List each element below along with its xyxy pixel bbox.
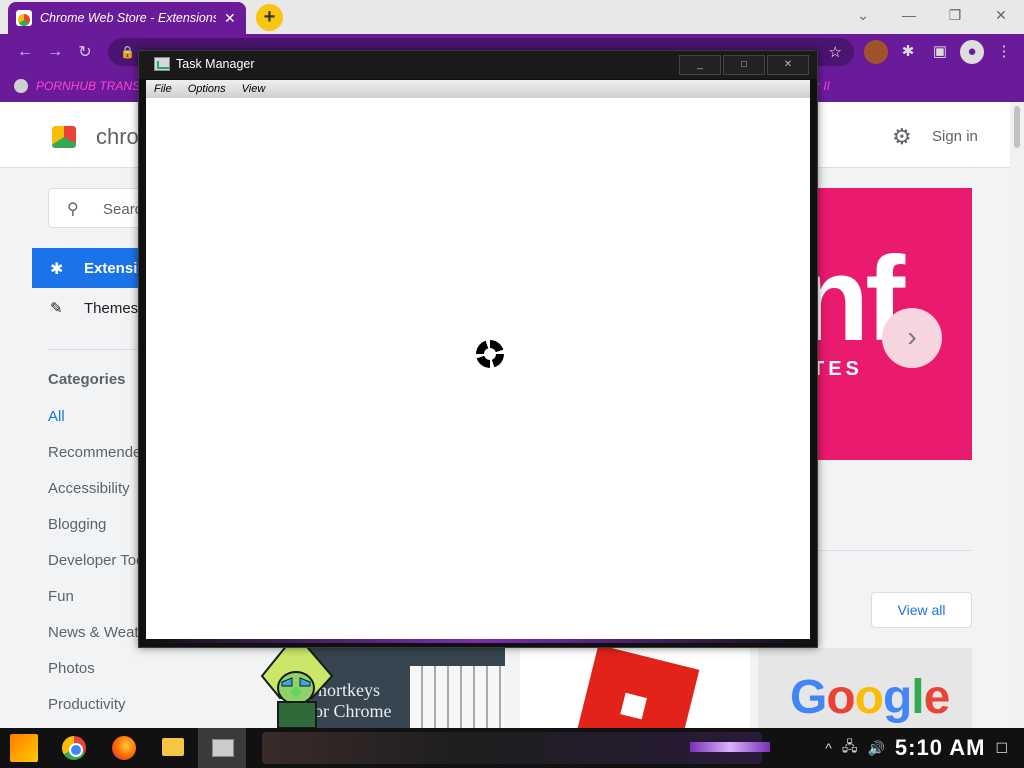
lock-icon[interactable]: 🔒 <box>120 45 135 59</box>
page-scrollbar[interactable] <box>1010 102 1024 728</box>
tm-minimize-button[interactable]: _ <box>679 55 721 75</box>
google-logo: Google <box>790 671 950 724</box>
start-button-icon[interactable] <box>10 734 38 762</box>
category-blogging[interactable]: Blogging <box>48 516 106 533</box>
chrome-taskbar-icon[interactable] <box>62 736 86 760</box>
category-news-weather[interactable]: News & Weath <box>48 624 147 641</box>
menu-kebab-icon[interactable]: ⋮ <box>992 40 1016 64</box>
puzzle-icon: ✱ <box>50 261 64 278</box>
sidebar-item-themes[interactable]: ✎ Themes <box>32 288 142 328</box>
loading-spinner-icon <box>476 340 504 368</box>
menu-file[interactable]: File <box>154 83 172 95</box>
task-manager-controls: _ □ ✕ <box>679 55 809 75</box>
category-accessibility[interactable]: Accessibility <box>48 480 130 497</box>
firefox-taskbar-icon[interactable] <box>112 736 136 760</box>
extensions-puzzle-icon[interactable]: ✱ <box>896 40 920 64</box>
sign-in-link[interactable]: Sign in <box>932 128 978 145</box>
window-border-glow <box>145 639 811 643</box>
tm-maximize-button[interactable]: □ <box>723 55 765 75</box>
clock[interactable]: 5:10 AM <box>895 735 986 761</box>
divider <box>48 349 142 350</box>
category-developer-tools[interactable]: Developer Too <box>48 552 144 569</box>
profile-picture-icon[interactable] <box>864 40 888 64</box>
forward-button[interactable]: → <box>40 43 70 61</box>
restore-button[interactable]: ❐ <box>932 0 978 30</box>
window-controls: ⌄ — ❐ ✕ <box>840 0 1024 30</box>
window-title: Task Manager <box>176 57 255 71</box>
reload-button[interactable]: ↻ <box>70 42 100 62</box>
category-productivity[interactable]: Productivity <box>48 696 126 713</box>
task-manager-window[interactable]: Task Manager _ □ ✕ File Options View <box>138 50 818 648</box>
store-name[interactable]: chro <box>96 124 139 150</box>
web-store-favicon-icon <box>16 10 32 26</box>
minimize-button[interactable]: — <box>886 0 932 30</box>
taskbar-decoration <box>262 732 762 764</box>
search-placeholder: Searc <box>103 201 143 218</box>
sidebar-item-label: Extensic <box>84 260 146 277</box>
close-window-button[interactable]: ✕ <box>978 0 1024 30</box>
scrollbar-thumb[interactable] <box>1014 106 1020 148</box>
browser-tab[interactable]: Chrome Web Store - Extensions ✕ <box>8 2 246 34</box>
taskbar-stripe <box>690 742 770 752</box>
task-manager-icon <box>154 57 170 71</box>
featured-banner[interactable]: nf TES › <box>810 188 972 460</box>
categories-heading: Categories <box>48 371 126 388</box>
category-photos[interactable]: Photos <box>48 660 95 677</box>
banner-subtext: TES <box>812 358 863 380</box>
tm-close-button[interactable]: ✕ <box>767 55 809 75</box>
account-avatar-icon[interactable]: ● <box>960 40 984 64</box>
tab-title: Chrome Web Store - Extensions <box>40 11 216 25</box>
sidebar-item-extensions[interactable]: ✱ Extensic <box>32 248 146 288</box>
tab-strip: Chrome Web Store - Extensions ✕ + ⌄ — ❐ … <box>0 0 1024 34</box>
task-manager-menubar: File Options View <box>146 80 810 98</box>
store-sidebar: ⚲ Searc ✱ Extensic ✎ Themes Categories A… <box>32 168 158 728</box>
category-all[interactable]: All <box>48 408 65 425</box>
menu-view[interactable]: View <box>242 83 266 95</box>
chevron-up-icon[interactable]: ^ <box>825 740 832 756</box>
task-manager-titlebar[interactable]: Task Manager _ □ ✕ <box>139 51 817 79</box>
category-recommended[interactable]: Recommende <box>48 444 141 461</box>
search-icon: ⚲ <box>67 201 79 218</box>
task-manager-content <box>146 98 810 642</box>
view-all-button[interactable]: View all <box>871 592 972 628</box>
extension-tile-roblox[interactable] <box>520 648 750 728</box>
keyboard-image <box>410 666 505 728</box>
system-tray: ^ 🖧 🔊 5:10 AM ☐ <box>825 728 1024 768</box>
extension-tile-google[interactable]: Google <box>758 648 972 728</box>
task-manager-taskbar-icon[interactable] <box>198 728 246 768</box>
divider <box>818 550 972 551</box>
bookmark-globe-icon <box>14 79 28 93</box>
menu-options[interactable]: Options <box>188 83 226 95</box>
gear-icon[interactable]: ⚙ <box>892 124 912 150</box>
chevron-right-icon[interactable]: › <box>882 308 942 368</box>
taskbar: ^ 🖧 🔊 5:10 AM ☐ <box>0 728 1024 768</box>
toolbar-right: ✱ ▣ ● ⋮ <box>864 40 1016 64</box>
brush-icon: ✎ <box>50 300 63 317</box>
new-tab-button[interactable]: + <box>256 4 283 31</box>
network-icon[interactable]: 🖧 <box>842 736 858 760</box>
volume-icon[interactable]: 🔊 <box>867 740 884 757</box>
bookmark-star-icon[interactable]: ☆ <box>829 43 842 61</box>
file-explorer-taskbar-icon[interactable] <box>162 738 184 756</box>
tab-close-icon[interactable]: ✕ <box>224 10 236 27</box>
back-button[interactable]: ← <box>10 43 40 61</box>
chevron-down-icon[interactable]: ⌄ <box>840 0 886 30</box>
sidebar-item-label: Themes <box>84 300 139 317</box>
category-fun[interactable]: Fun <box>48 588 74 605</box>
side-panel-icon[interactable]: ▣ <box>928 40 952 64</box>
notifications-icon[interactable]: ☐ <box>995 740 1008 757</box>
bookmark-item[interactable]: PORNHUB TRANS <box>36 79 140 93</box>
roblox-logo-icon <box>576 648 700 728</box>
web-store-logo-icon[interactable] <box>52 126 76 148</box>
